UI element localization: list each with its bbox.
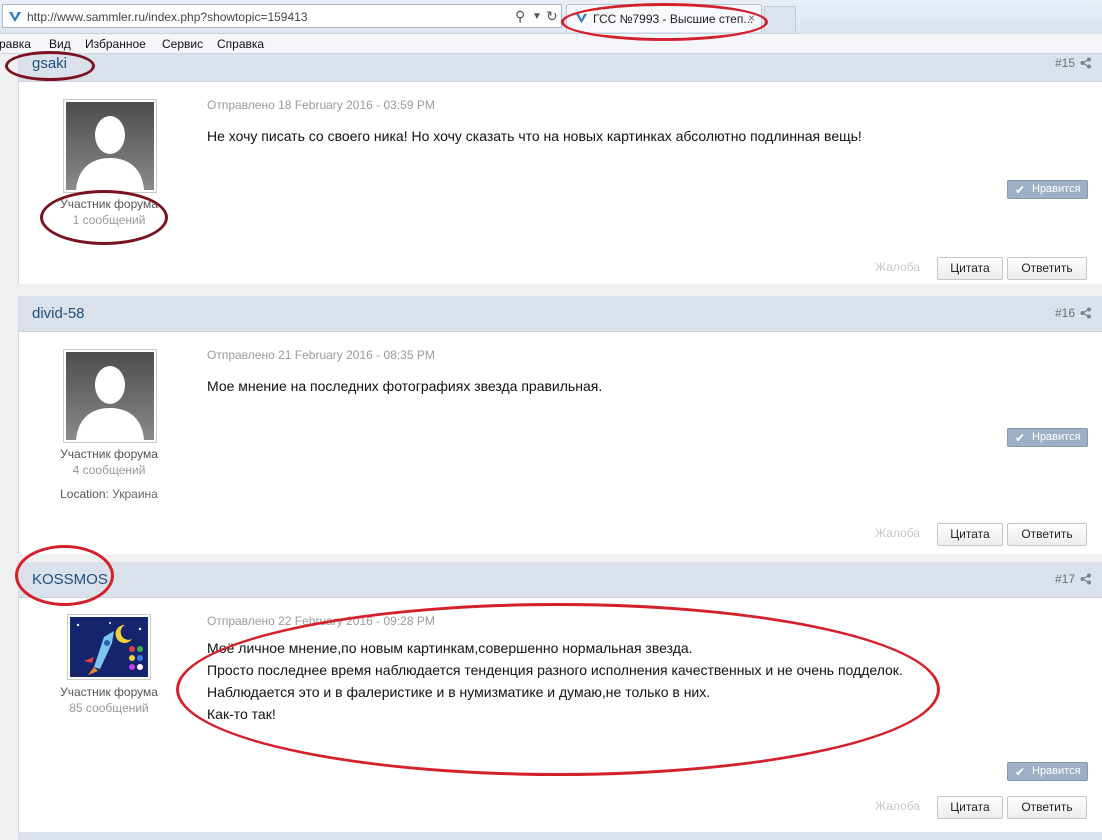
- forum-page: gsaki #15 Участник форума 1 сообщений От…: [0, 54, 1102, 840]
- tab-favicon-icon: [575, 13, 588, 24]
- user-role: Участник форума: [60, 197, 158, 211]
- toolbar-background: [800, 0, 1102, 34]
- post-line: Моё личное мнение,по новым картинкам,сов…: [207, 640, 693, 656]
- share-icon[interactable]: [1080, 573, 1092, 585]
- post-line: Как-то так!: [207, 706, 276, 722]
- post-author-link[interactable]: divid-58: [32, 305, 85, 322]
- post-author-link[interactable]: gsaki: [32, 55, 67, 72]
- quote-button[interactable]: Цитата: [937, 523, 1003, 546]
- post-date: Отправлено 21 February 2016 - 08:35 PM: [207, 348, 435, 362]
- post-author-link[interactable]: KOSSMOS: [32, 571, 108, 588]
- post-count: 85 сообщений: [69, 701, 149, 715]
- report-link[interactable]: Жалоба: [875, 799, 920, 813]
- tab-close-icon[interactable]: ×: [748, 11, 755, 25]
- user-role: Участник форума: [60, 685, 158, 699]
- menu-bar: равка Вид Избранное Сервис Справка: [0, 34, 1102, 54]
- post-line: Наблюдается это и в фалеристике и в нуми…: [207, 684, 711, 700]
- post-count: 4 сообщений: [72, 463, 146, 477]
- menu-view[interactable]: Вид: [49, 37, 71, 51]
- next-post-header: [18, 832, 1102, 840]
- like-button[interactable]: ✔ Нравится: [1007, 762, 1088, 781]
- avatar[interactable]: [67, 614, 151, 680]
- report-link[interactable]: Жалоба: [875, 260, 920, 274]
- share-icon[interactable]: [1080, 57, 1092, 69]
- address-url[interactable]: http://www.sammler.ru/index.php?showtopi…: [27, 10, 308, 24]
- forum-post: KOSSMOS #17 Участник форума 85 сообщений…: [18, 562, 1102, 832]
- refresh-icon[interactable]: ↻: [546, 8, 558, 25]
- post-number[interactable]: #17: [1055, 572, 1075, 586]
- default-user-icon: [66, 102, 154, 190]
- new-tab-button[interactable]: [764, 6, 796, 32]
- avatar[interactable]: [63, 99, 157, 193]
- location-label: Location:: [60, 487, 109, 501]
- like-button[interactable]: ✔ Нравится: [1007, 180, 1088, 199]
- post-date: Отправлено 18 February 2016 - 03:59 PM: [207, 98, 435, 112]
- post-line: Не хочу писать со своего ника! Но хочу с…: [207, 128, 862, 144]
- post-body: Не хочу писать со своего ника! Но хочу с…: [207, 125, 862, 147]
- browser-tab-active[interactable]: ГСС №7993 - Высшие степ... ×: [566, 4, 762, 32]
- menu-tools[interactable]: Сервис: [162, 37, 203, 51]
- quote-button[interactable]: Цитата: [937, 796, 1003, 819]
- like-label: Нравится: [1032, 183, 1081, 195]
- post-header: divid-58 #16: [19, 296, 1102, 332]
- post-header: gsaki #15: [19, 54, 1102, 82]
- post-date: Отправлено 22 February 2016 - 09:28 PM: [207, 614, 435, 628]
- menu-favorites[interactable]: Избранное: [85, 37, 146, 51]
- dropdown-arrow-icon[interactable]: ▼: [532, 11, 542, 22]
- quote-button[interactable]: Цитата: [937, 257, 1003, 280]
- user-role: Участник форума: [60, 447, 158, 461]
- post-count: 1 сообщений: [72, 213, 146, 227]
- post-line: Мое мнение на последних фотографиях звез…: [207, 378, 603, 394]
- search-icon[interactable]: ⚲: [515, 8, 525, 25]
- reply-button[interactable]: Ответить: [1007, 257, 1087, 280]
- check-icon: ✔: [1015, 431, 1026, 445]
- site-favicon-icon: [9, 12, 21, 22]
- post-number[interactable]: #15: [1055, 56, 1075, 70]
- check-icon: ✔: [1015, 183, 1026, 197]
- tab-title: ГСС №7993 - Высшие степ...: [593, 12, 754, 26]
- report-link[interactable]: Жалоба: [875, 526, 920, 540]
- user-location: Location: Украина: [19, 487, 199, 501]
- reply-button[interactable]: Ответить: [1007, 523, 1087, 546]
- post-number[interactable]: #16: [1055, 306, 1075, 320]
- forum-post: divid-58 #16 Участник форума 4 сообщений…: [18, 296, 1102, 554]
- reply-button[interactable]: Ответить: [1007, 796, 1087, 819]
- menu-help[interactable]: Справка: [217, 37, 264, 51]
- post-body: Моё личное мнение,по новым картинкам,сов…: [207, 637, 903, 725]
- like-label: Нравится: [1032, 765, 1081, 777]
- avatar[interactable]: [63, 349, 157, 443]
- address-bar[interactable]: http://www.sammler.ru/index.php?showtopi…: [2, 4, 562, 28]
- like-label: Нравится: [1032, 431, 1081, 443]
- post-body: Мое мнение на последних фотографиях звез…: [207, 375, 602, 397]
- like-button[interactable]: ✔ Нравится: [1007, 428, 1088, 447]
- share-icon[interactable]: [1080, 307, 1092, 319]
- browser-toolbar: http://www.sammler.ru/index.php?showtopi…: [0, 0, 1102, 34]
- rocket-avatar-icon: [70, 617, 148, 677]
- post-header: KOSSMOS #17: [19, 562, 1102, 598]
- check-icon: ✔: [1015, 765, 1026, 779]
- default-user-icon: [66, 352, 154, 440]
- location-value: Украина: [112, 487, 158, 501]
- forum-post: gsaki #15 Участник форума 1 сообщений От…: [18, 54, 1102, 284]
- menu-edit[interactable]: равка: [0, 37, 31, 51]
- post-line: Просто последнее время наблюдается тенде…: [207, 662, 903, 678]
